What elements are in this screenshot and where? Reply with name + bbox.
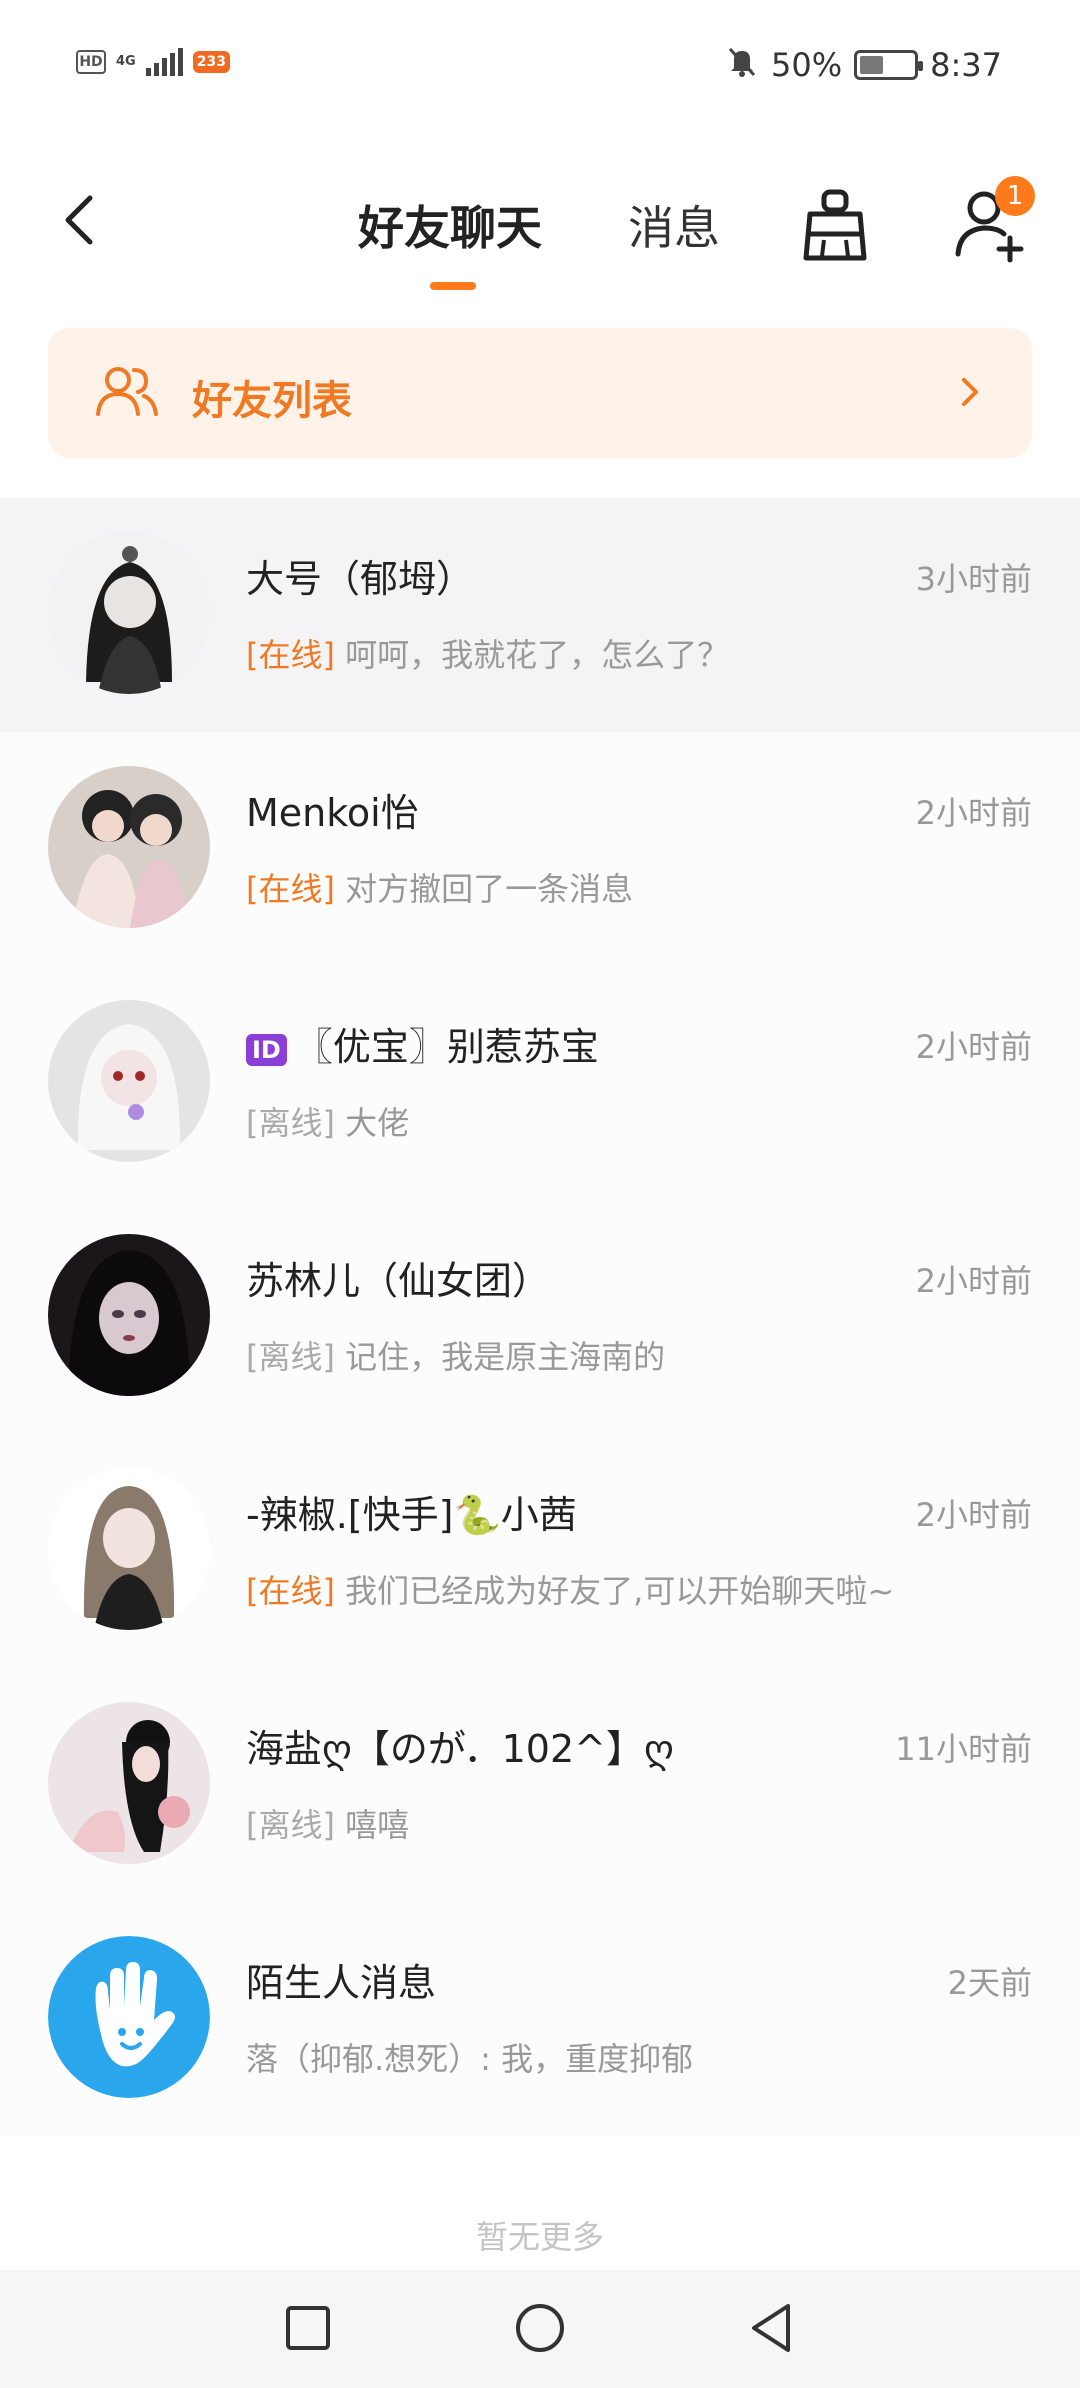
conversation-time: 2小时前: [915, 1028, 1032, 1066]
conversation-time: 2小时前: [915, 1496, 1032, 1534]
friends-list-banner[interactable]: 好友列表: [48, 328, 1032, 458]
status-bar: HD 4G 233 50% 8:37: [0, 0, 1080, 130]
tab-friend-chat[interactable]: 好友聊天: [358, 192, 542, 258]
conversation-item[interactable]: ID 〖优宝〗别惹苏宝 2小时前 [离线] 大佬: [0, 966, 1080, 1200]
conversation-item-strangers[interactable]: 陌生人消息 2天前 落（抑郁.想死）: 我，重度抑郁: [0, 1902, 1080, 2136]
tab-messages[interactable]: 消息: [628, 192, 720, 258]
conversation-time: 2小时前: [915, 794, 1032, 832]
last-message: 对方撤回了一条消息: [345, 870, 634, 908]
conversation-preview: [在线] 呵呵，我就花了，怎么了？: [246, 630, 729, 676]
friends-list-label: 好友列表: [192, 378, 352, 424]
conversation-name: 陌生人消息: [246, 1961, 437, 2005]
header: 好友聊天 消息: [0, 170, 1080, 300]
battery-icon: [854, 50, 924, 80]
clock: 8:37: [930, 46, 1002, 84]
back-nav-button[interactable]: [742, 2298, 802, 2358]
last-message: 记住，我是原主海南的: [345, 1338, 666, 1376]
no-more-text: 暂无更多: [475, 2218, 604, 2256]
home-button[interactable]: [510, 2298, 570, 2358]
conversation-name: 大号（郁坶）: [246, 557, 475, 601]
offline-status: [离线]: [246, 1338, 335, 1376]
last-message: 我们已经成为好友了,可以开始聊天啦~: [345, 1572, 895, 1610]
conversation-time: 3小时前: [915, 560, 1032, 598]
back-button[interactable]: [50, 190, 110, 250]
id-badge-icon: ID: [246, 1033, 287, 1066]
conversation-preview: [在线] 我们已经成为好友了,可以开始聊天啦~: [246, 1566, 894, 1612]
online-status: [在线]: [246, 870, 335, 908]
avatar[interactable]: [48, 1234, 210, 1396]
offline-status: [离线]: [246, 1806, 335, 1844]
active-tab-indicator: [430, 282, 476, 290]
avatar[interactable]: [48, 1936, 210, 2098]
avatar[interactable]: [48, 532, 210, 694]
clean-button[interactable]: [800, 188, 870, 264]
avatar[interactable]: [48, 1000, 210, 1162]
network-type: 4G: [116, 54, 136, 69]
avatar[interactable]: [48, 1468, 210, 1630]
friends-icon: [96, 367, 158, 416]
conversation-preview: [离线] 嘻嘻: [246, 1800, 409, 1846]
last-message: 嘻嘻: [345, 1806, 410, 1844]
conversation-name: 苏林儿（仙女团）: [246, 1259, 551, 1303]
conversation-name: ID 〖优宝〗别惹苏宝: [246, 1016, 599, 1071]
back-icon: [65, 195, 93, 245]
battery-percent: 50%: [771, 46, 843, 84]
conversation-name: -辣椒.[快手]🐍小茜: [246, 1493, 577, 1537]
home-icon: [516, 2304, 564, 2352]
conversation-preview: [在线] 对方撤回了一条消息: [246, 864, 633, 910]
mute-icon: [725, 44, 759, 86]
conversation-item[interactable]: 苏林儿（仙女团） 2小时前 [离线] 记住，我是原主海南的: [0, 1200, 1080, 1434]
conversation-list: 大号（郁坶） 3小时前 [在线] 呵呵，我就花了，怎么了？ Menkoi怡 2小…: [0, 498, 1080, 2136]
signal-icon: [145, 48, 183, 76]
conversation-item[interactable]: Menkoi怡 2小时前 [在线] 对方撤回了一条消息: [0, 732, 1080, 966]
conversation-time: 11小时前: [895, 1730, 1032, 1768]
conversation-name: Menkoi怡: [246, 791, 419, 835]
offline-status: [离线]: [246, 1104, 335, 1142]
avatar[interactable]: [48, 1702, 210, 1864]
recent-apps-button[interactable]: [278, 2298, 338, 2358]
conversation-preview: [离线] 记住，我是原主海南的: [246, 1332, 665, 1378]
add-friend-badge: 1: [995, 176, 1035, 216]
conversation-name: 海盐ღ【のが．102^】ღ: [246, 1727, 674, 1771]
back-nav-icon: [752, 2304, 790, 2352]
hd-icon: HD: [76, 50, 106, 74]
broom-icon: [803, 189, 867, 261]
system-nav-bar: [0, 2270, 1080, 2388]
last-message: 呵呵，我就花了，怎么了？: [345, 636, 730, 674]
online-status: [在线]: [246, 1572, 335, 1610]
conversation-preview: 落（抑郁.想死）: 我，重度抑郁: [246, 2040, 694, 2078]
conversation-preview: [离线] 大佬: [246, 1098, 409, 1144]
conversation-time: 2天前: [947, 1964, 1032, 2002]
hand-wave-icon: [48, 1936, 210, 2098]
online-status: [在线]: [246, 636, 335, 674]
avatar[interactable]: [48, 766, 210, 928]
notification-count-badge: 233: [192, 51, 230, 73]
conversation-time: 2小时前: [915, 1262, 1032, 1300]
conversation-item[interactable]: 海盐ღ【のが．102^】ღ 11小时前 [离线] 嘻嘻: [0, 1668, 1080, 1902]
recent-apps-icon: [286, 2306, 330, 2350]
last-message: 大佬: [345, 1104, 410, 1142]
conversation-item[interactable]: -辣椒.[快手]🐍小茜 2小时前 [在线] 我们已经成为好友了,可以开始聊天啦~: [0, 1434, 1080, 1668]
conversation-item[interactable]: 大号（郁坶） 3小时前 [在线] 呵呵，我就花了，怎么了？: [0, 498, 1080, 732]
chevron-right-icon: [962, 378, 978, 406]
